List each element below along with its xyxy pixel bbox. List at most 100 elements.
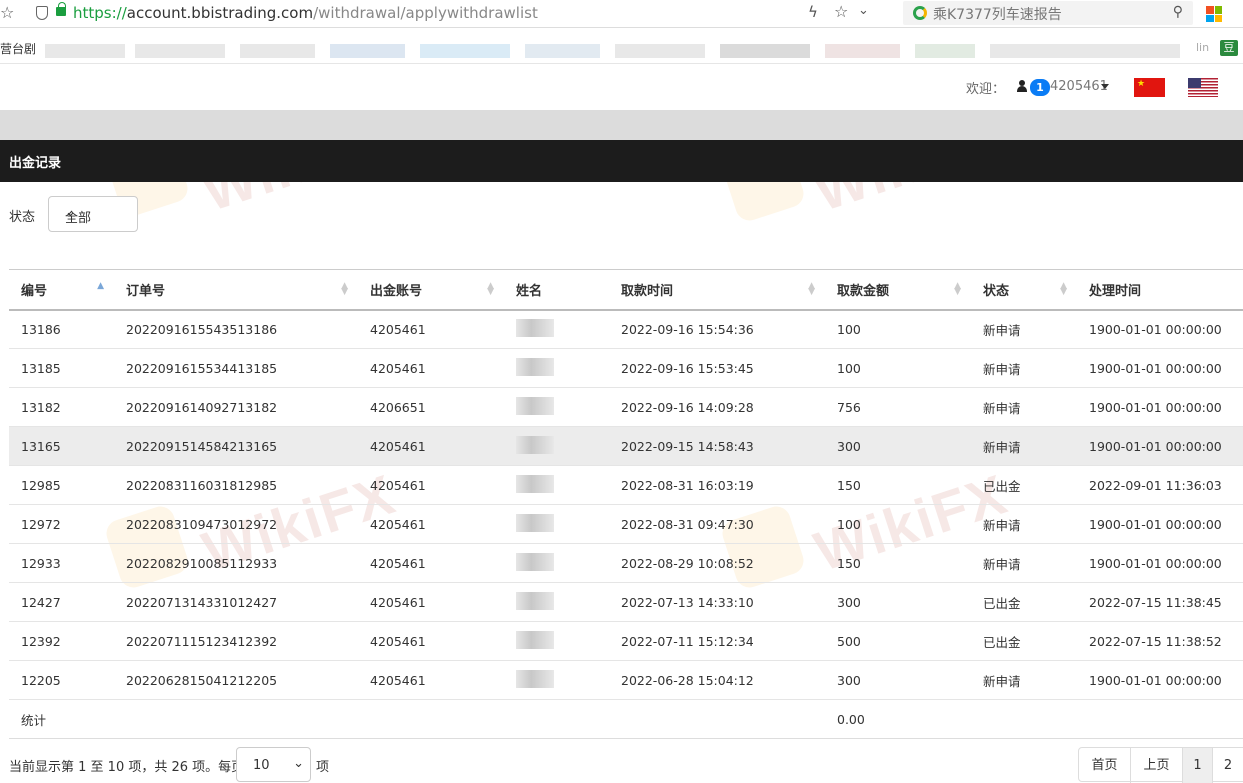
cell-order-no: 2022082910085112933: [114, 543, 358, 583]
redacted-name: [516, 318, 554, 337]
cell-account: 4205461: [358, 504, 504, 544]
cell-process-time: 1900-01-01 00:00:00: [1077, 504, 1243, 544]
status-filter-label: 状态: [9, 210, 36, 225]
cell-name: [504, 660, 609, 700]
page-size-select[interactable]: 10 ⌄: [236, 747, 311, 782]
table-row: 13165 2022091514584213165 4205461 2022-0…: [9, 426, 1243, 466]
redacted-name: [516, 630, 554, 649]
lock-icon: [56, 2, 66, 16]
blurred-bookmark[interactable]: [915, 44, 975, 58]
cell-withdraw-time: 2022-09-16 15:54:36: [609, 309, 825, 349]
total-amount: 0.00: [825, 699, 971, 739]
us-flag-icon[interactable]: [1188, 78, 1218, 97]
page-title: 出金记录: [9, 156, 62, 171]
total-label: 统计: [9, 699, 114, 739]
blurred-bookmark[interactable]: [990, 44, 1180, 58]
cell-account: 4205461: [358, 465, 504, 505]
search-text: 乘K7377列车速报告: [933, 7, 1062, 23]
page-2-button[interactable]: 2: [1213, 748, 1243, 783]
search-icon[interactable]: ⚲: [1173, 4, 1183, 20]
cell-withdraw-time: 2022-09-16 15:53:45: [609, 348, 825, 388]
cell-status: 新申请: [971, 309, 1077, 349]
lightning-icon[interactable]: ϟ: [808, 3, 818, 21]
page-1-button[interactable]: 1: [1183, 748, 1213, 783]
column-header[interactable]: 取款时间 ▲ ▼: [609, 269, 825, 311]
cell-id: 12972: [9, 504, 114, 544]
status-filter-select[interactable]: 全部 ⌄: [48, 196, 138, 232]
table-header-row: 编号 ▲ 订单号 ▲ ▼ 出金账号 ▲ ▼ 姓名 取款时间 ▲ ▼ 取款金额 ▲ ▼ 状态 ▲ ▼ 处…: [9, 269, 1243, 311]
empty-cell: [358, 699, 504, 739]
cell-withdraw-time: 2022-08-29 10:08:52: [609, 543, 825, 583]
column-header[interactable]: 编号 ▲: [9, 269, 114, 311]
cell-order-no: 2022083116031812985: [114, 465, 358, 505]
cell-name: [504, 504, 609, 544]
welcome-label: 欢迎：: [966, 82, 1006, 97]
cell-order-no: 2022091514584213165: [114, 426, 358, 466]
table-row: 12427 2022071314331012427 4205461 2022-0…: [9, 582, 1243, 622]
page-title-bar: 出金记录: [0, 140, 1243, 182]
cell-name: [504, 582, 609, 622]
blurred-bookmark[interactable]: [720, 44, 810, 58]
first-page-button[interactable]: 首页: [1079, 748, 1131, 783]
cell-withdraw-time: 2022-09-16 14:09:28: [609, 387, 825, 427]
blurred-bookmark[interactable]: [135, 44, 225, 58]
browser-search-box[interactable]: 乘K7377列车速报告 ⚲: [903, 1, 1193, 25]
column-header-label: 编号: [21, 283, 48, 299]
blurred-bookmark[interactable]: [420, 44, 510, 58]
account-menu[interactable]: 4205461: [1050, 79, 1108, 94]
column-header-label: 姓名: [516, 283, 543, 299]
cell-order-no: 2022071314331012427: [114, 582, 358, 622]
redacted-name: [516, 513, 554, 532]
blurred-bookmark[interactable]: [615, 44, 705, 58]
cell-id: 12205: [9, 660, 114, 700]
bookmark-app-icon[interactable]: 豆: [1220, 40, 1238, 56]
total-row: 统计 0.00: [9, 699, 1243, 739]
chevron-down-icon[interactable]: ⌄: [858, 3, 869, 18]
empty-cell: [114, 699, 358, 739]
table-row: 12392 2022071115123412392 4205461 2022-0…: [9, 621, 1243, 661]
china-flag-icon[interactable]: ★: [1134, 78, 1165, 97]
blurred-bookmark[interactable]: [330, 44, 405, 58]
blurred-bookmark[interactable]: [825, 44, 900, 58]
cell-order-no: 2022091615534413185: [114, 348, 358, 388]
cell-order-no: 2022083109473012972: [114, 504, 358, 544]
address-bar[interactable]: https://account.bbistrading.com/withdraw…: [73, 4, 538, 22]
cell-amount: 100: [825, 348, 971, 388]
prev-page-button[interactable]: 上页: [1131, 748, 1183, 783]
cell-withdraw-time: 2022-09-15 14:58:43: [609, 426, 825, 466]
column-header[interactable]: 出金账号 ▲ ▼: [358, 269, 504, 311]
table-row: 13185 2022091615534413185 4205461 2022-0…: [9, 348, 1243, 388]
cell-account: 4205461: [358, 660, 504, 700]
sort-icon: ▲ ▼: [487, 281, 494, 297]
sort-icon: ▲ ▼: [1060, 281, 1067, 297]
column-header[interactable]: 订单号 ▲ ▼: [114, 269, 358, 311]
star-icon[interactable]: ☆: [0, 3, 14, 22]
windows-logo-icon[interactable]: [1206, 6, 1222, 22]
cell-status: 新申请: [971, 543, 1077, 583]
blurred-bookmark[interactable]: [525, 44, 600, 58]
caret-down-icon[interactable]: [1101, 84, 1109, 89]
column-header[interactable]: 状态 ▲ ▼: [971, 269, 1077, 311]
bookmark-item[interactable]: 营台剧: [0, 40, 36, 57]
cell-status: 新申请: [971, 348, 1077, 388]
cell-name: [504, 621, 609, 661]
column-header[interactable]: 姓名: [504, 269, 609, 311]
column-header[interactable]: 处理时间: [1077, 269, 1243, 311]
notification-badge[interactable]: 1: [1030, 79, 1050, 96]
cell-amount: 500: [825, 621, 971, 661]
blurred-bookmark[interactable]: [45, 44, 125, 58]
cell-status: 新申请: [971, 660, 1077, 700]
bookmark-item[interactable]: lin: [1196, 41, 1209, 54]
cell-name: [504, 465, 609, 505]
blurred-bookmark[interactable]: [240, 44, 315, 58]
empty-cell: [609, 699, 825, 739]
cell-status: 新申请: [971, 387, 1077, 427]
column-header-label: 取款金额: [837, 283, 890, 299]
bookmark-star-icon[interactable]: ☆: [834, 2, 848, 21]
shield-icon[interactable]: [36, 6, 48, 20]
bookmarks-bar: 营台剧 lin 豆: [0, 28, 1243, 64]
page-size-value: 10: [253, 758, 270, 773]
column-header[interactable]: 取款金额 ▲ ▼: [825, 269, 971, 311]
pagination: 首页 上页 1 2: [1078, 747, 1243, 783]
cell-id: 13165: [9, 426, 114, 466]
